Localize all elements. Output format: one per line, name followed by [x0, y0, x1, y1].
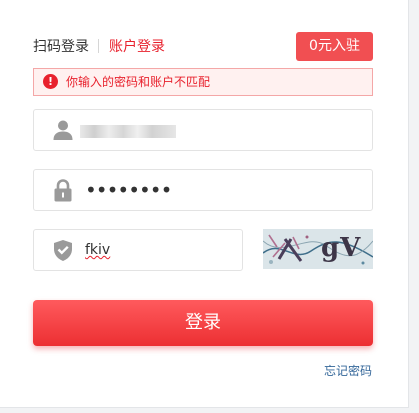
register-button[interactable]: 0元入驻 — [296, 32, 373, 61]
password-value: •••••••• — [85, 178, 172, 202]
captcha-field[interactable]: fkiv — [33, 229, 243, 271]
tab-qr-login[interactable]: 扫码登录 — [33, 38, 89, 56]
tab-divider — [98, 39, 99, 53]
captcha-input-value: fkiv — [85, 242, 111, 258]
password-field[interactable]: •••••••• — [33, 169, 373, 211]
username-field[interactable] — [33, 109, 373, 151]
error-message-text: 你输入的密码和账户不匹配 — [66, 75, 211, 89]
shield-icon — [54, 240, 72, 261]
error-message-box: ! 你输入的密码和账户不匹配 — [33, 68, 373, 96]
login-panel: 扫码登录 账户登录 0元入驻 ! 你输入的密码和账户不匹配 •••••••• f… — [0, 0, 409, 408]
captcha-image-text: gV — [321, 233, 362, 263]
login-button[interactable]: 登录 — [33, 300, 373, 346]
captcha-image[interactable]: gV — [263, 229, 373, 269]
lock-icon — [54, 179, 72, 202]
user-icon — [53, 120, 73, 140]
username-value-blurred — [80, 125, 176, 138]
exclamation-icon: ! — [43, 74, 58, 89]
forgot-password-link[interactable]: 忘记密码 — [324, 363, 372, 379]
tab-account-login[interactable]: 账户登录 — [109, 38, 165, 56]
